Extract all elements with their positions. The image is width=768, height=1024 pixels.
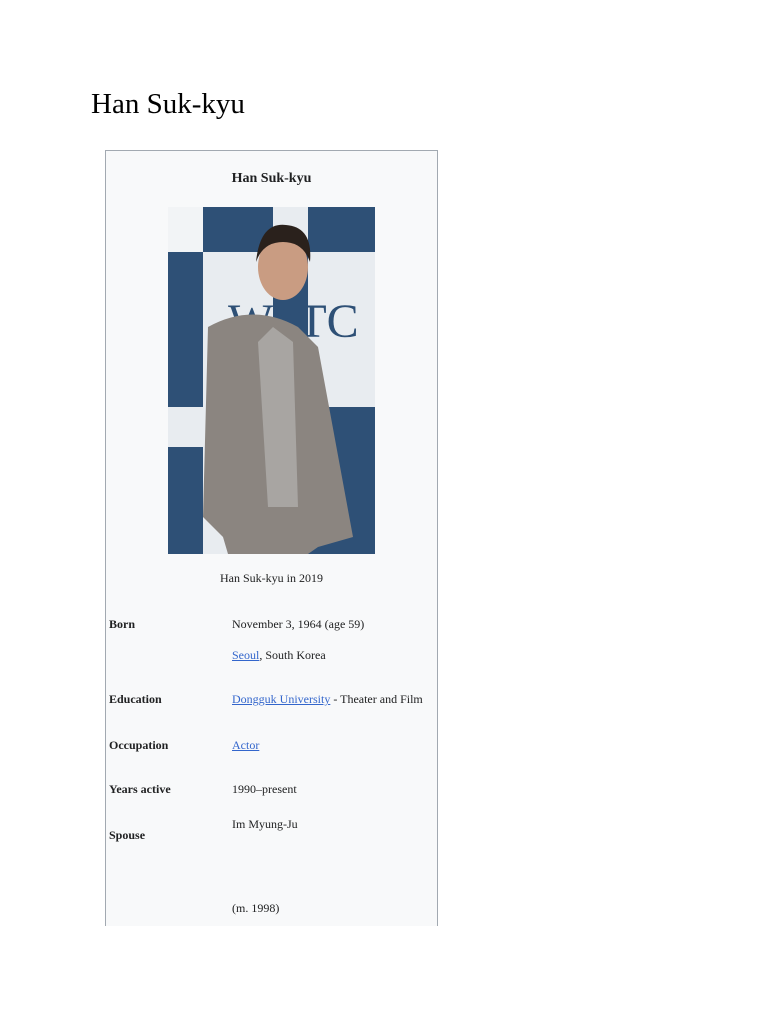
occupation-value: Actor	[232, 738, 259, 753]
spouse-married: (m. 1998)	[232, 901, 280, 915]
spouse-name: Im Myung-Ju	[232, 817, 298, 831]
education-label: Education	[109, 692, 162, 706]
seoul-link[interactable]: Seoul	[232, 648, 259, 662]
years-active-label: Years active	[109, 782, 171, 796]
portrait-photo[interactable]: WATC	[168, 207, 375, 554]
actor-link[interactable]: Actor	[232, 738, 259, 752]
infobox-title: Han Suk-kyu	[231, 171, 312, 186]
dongguk-university-link[interactable]: Dongguk University	[232, 692, 330, 706]
photo-caption: Han Suk-kyu in 2019	[220, 571, 323, 585]
page-title: Han Suk-kyu	[91, 88, 245, 120]
born-date: November 3, 1964 (age 59)	[232, 617, 365, 631]
born-place-country: , South Korea	[259, 648, 326, 662]
occupation-label: Occupation	[109, 738, 169, 752]
spouse-label: Spouse	[109, 828, 146, 842]
infobox: Han Suk-kyu WATC Han Suk-kyu in 2019 Bor…	[105, 150, 438, 926]
born-place: Seoul, South Korea	[232, 648, 326, 663]
education-major: - Theater and Film	[330, 692, 423, 706]
education-value: Dongguk University - Theater and Film	[232, 692, 423, 707]
years-active-value: 1990–present	[232, 782, 297, 796]
born-label: Born	[109, 617, 136, 631]
